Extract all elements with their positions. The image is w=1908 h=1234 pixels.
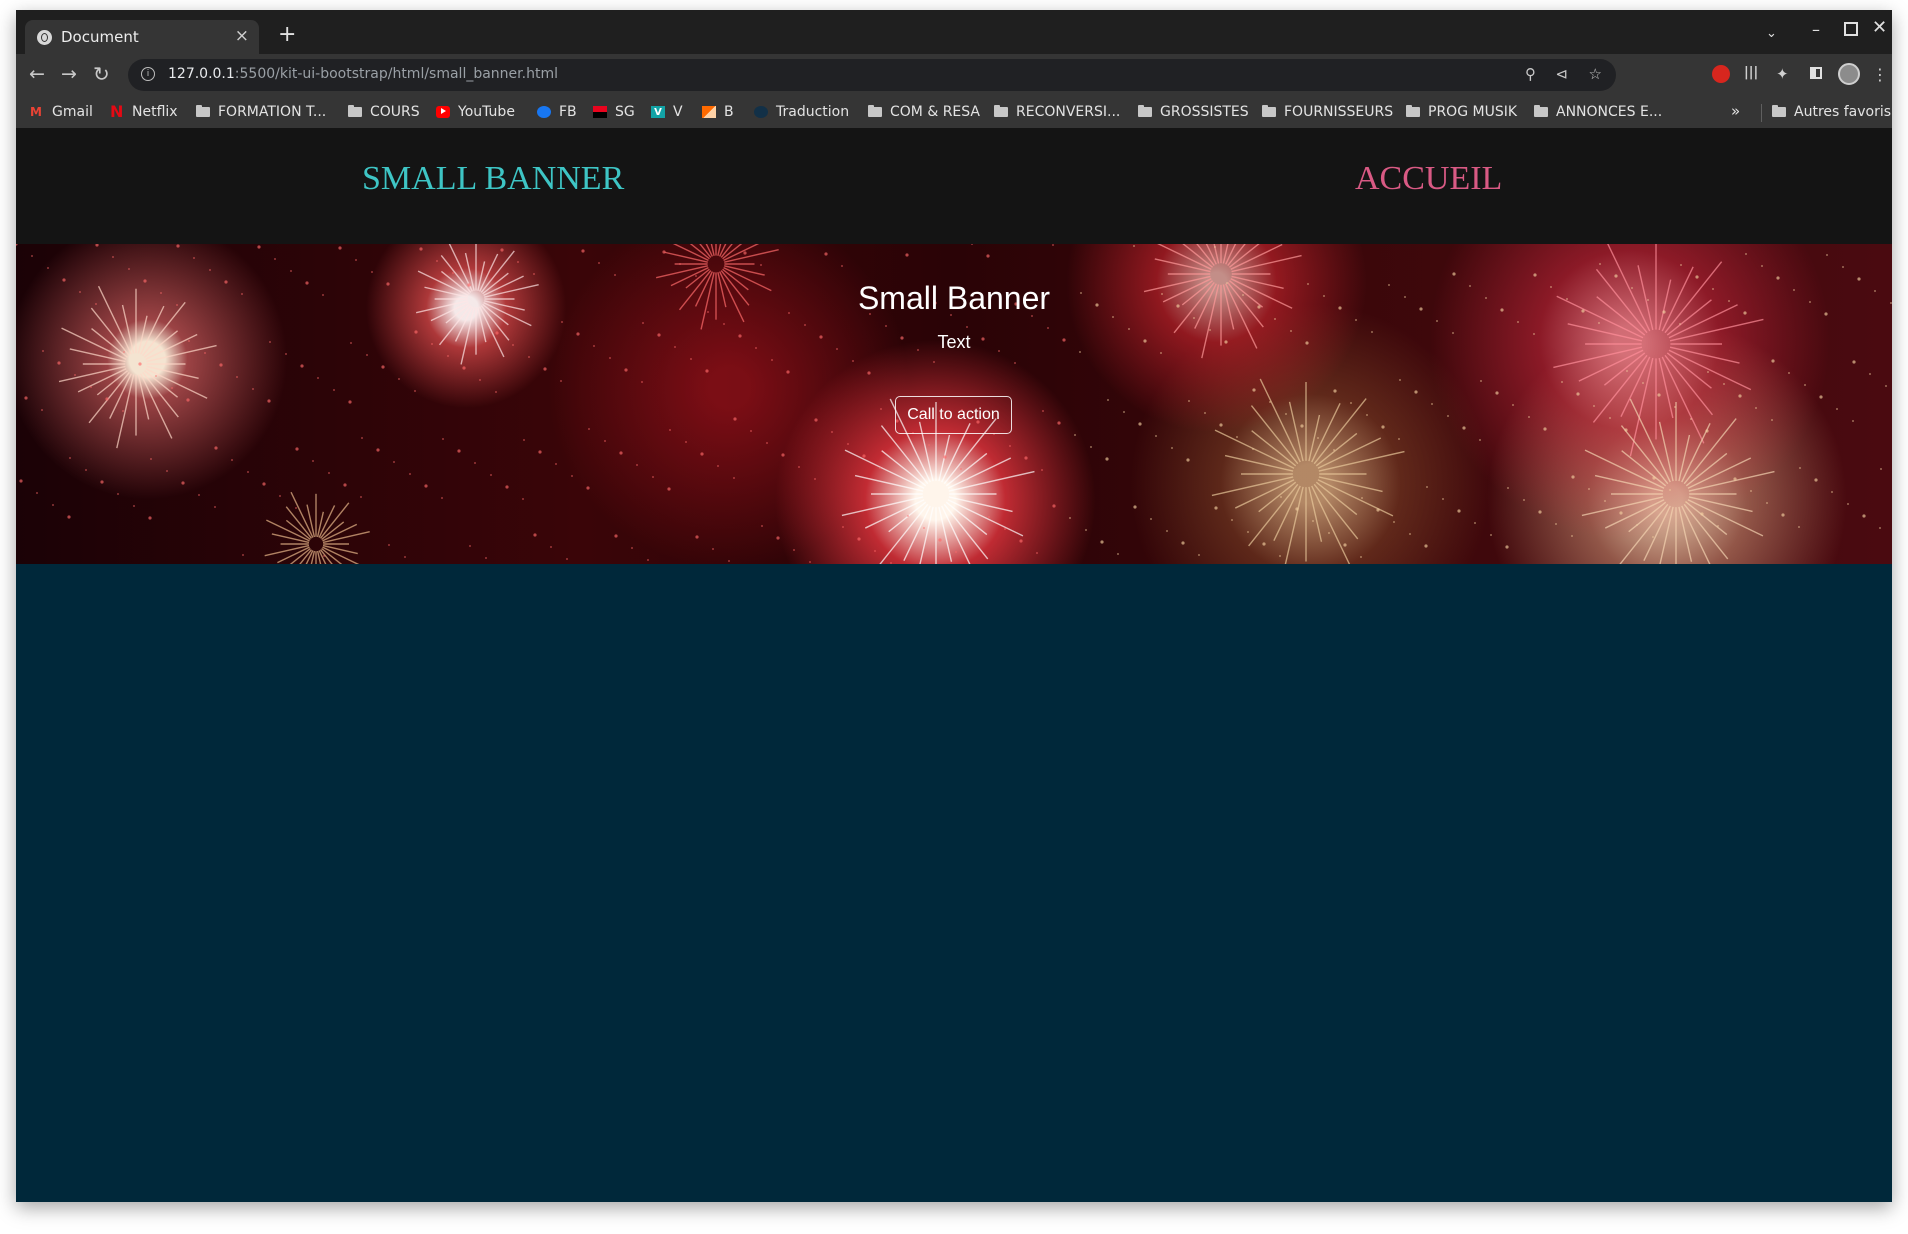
bookmark-folder-other[interactable]: Autres favoris: [1772, 102, 1891, 122]
browser-window: Document × + ⌄ – ✕ ← → ↻ i 127.0.0.1:550…: [16, 10, 1892, 1202]
share-icon[interactable]: ⊲: [1555, 65, 1568, 83]
url-path: :5500/kit-ui-bootstrap/html/small_banner…: [234, 66, 558, 82]
bookmark-folder-formation[interactable]: FORMATION T...: [196, 102, 326, 122]
nav-link-accueil[interactable]: ACCUEIL: [1355, 160, 1502, 198]
tab-document[interactable]: Document ×: [25, 20, 259, 54]
folder-icon: [196, 105, 210, 117]
bookmark-folder-prog-musik[interactable]: PROG MUSIK: [1406, 102, 1517, 122]
bookmark-folder-annonces[interactable]: ANNONCES E...: [1534, 102, 1662, 122]
bookmark-label: Traduction: [776, 104, 850, 120]
banner-text: Text: [937, 332, 971, 352]
bookmark-label: PROG MUSIK: [1428, 104, 1518, 120]
kebab-menu-icon[interactable]: ⋮: [1872, 65, 1890, 84]
bookmark-label: V: [673, 104, 683, 120]
bookmark-v[interactable]: VV: [651, 102, 683, 122]
folder-icon: [1262, 105, 1276, 117]
extensions-puzzle-icon[interactable]: ✦: [1776, 65, 1794, 83]
bookmark-folder-fournisseurs[interactable]: FOURNISSEURS: [1262, 102, 1393, 122]
bookmark-label: COURS: [370, 104, 420, 120]
bookmark-sg[interactable]: SG: [593, 102, 635, 122]
netflix-icon: N: [110, 102, 124, 121]
folder-icon: [1406, 105, 1420, 117]
library-extension-icon[interactable]: |||: [1744, 65, 1762, 83]
bookmark-fb[interactable]: FB: [537, 102, 577, 122]
bookmarks-divider: [1761, 104, 1762, 122]
bookmark-star-icon[interactable]: ☆: [1589, 65, 1602, 83]
minimize-icon[interactable]: –: [1812, 20, 1820, 39]
tab-strip: Document × + ⌄ – ✕: [16, 10, 1892, 54]
folder-icon: [994, 105, 1008, 117]
v-icon: V: [651, 106, 665, 118]
adblock-extension-icon[interactable]: [1712, 65, 1730, 83]
bookmark-label: B: [724, 104, 734, 120]
url-text[interactable]: 127.0.0.1:5500/kit-ui-bootstrap/html/sma…: [168, 66, 558, 82]
facebook-icon: [537, 106, 551, 118]
address-bar[interactable]: i 127.0.0.1:5500/kit-ui-bootstrap/html/s…: [128, 59, 1616, 91]
globe-icon: [37, 30, 52, 45]
site-header: SMALL BANNER ACCUEIL: [16, 128, 1892, 244]
b-icon: [702, 106, 716, 118]
side-panel-icon[interactable]: [1810, 67, 1822, 79]
bookmark-folder-cours[interactable]: COURS: [348, 102, 420, 122]
sg-icon: [593, 106, 607, 118]
bookmark-youtube[interactable]: YouTube: [436, 102, 515, 122]
bookmark-label: SG: [615, 104, 635, 120]
globe-icon: [754, 106, 768, 118]
web-page: SMALL BANNER ACCUEIL Small Banner Text C…: [16, 128, 1892, 1202]
bookmark-folder-grossistes[interactable]: GROSSISTES: [1138, 102, 1249, 122]
bookmark-label: COM & RESA: [890, 104, 980, 120]
bookmark-b[interactable]: B: [702, 102, 734, 122]
bookmark-folder-com-resa[interactable]: COM & RESA: [868, 102, 980, 122]
banner-title: Small Banner: [857, 280, 1051, 316]
bookmark-label: Autres favoris: [1794, 104, 1892, 120]
window-close-icon[interactable]: ✕: [1872, 17, 1887, 38]
tab-close-icon[interactable]: ×: [235, 26, 249, 46]
small-banner: Small Banner Text Call to action: [16, 244, 1892, 564]
bookmark-folder-reconversion[interactable]: RECONVERSI...: [994, 102, 1120, 122]
bookmark-label: ANNONCES E...: [1556, 104, 1663, 120]
bookmark-traduction[interactable]: Traduction: [754, 102, 849, 122]
zoom-icon[interactable]: ⚲: [1525, 65, 1536, 83]
bookmark-label: Gmail: [52, 104, 93, 120]
bookmark-label: FOURNISSEURS: [1284, 104, 1394, 120]
url-host: 127.0.0.1: [168, 66, 235, 82]
tab-search-icon[interactable]: ⌄: [1766, 26, 1777, 41]
maximize-icon[interactable]: [1844, 22, 1858, 36]
bookmarks-bar: M Gmail N Netflix FORMATION T... COURS You…: [16, 96, 1892, 129]
back-icon[interactable]: ←: [29, 64, 45, 84]
bookmark-netflix[interactable]: N Netflix: [110, 102, 178, 122]
profile-avatar[interactable]: [1838, 63, 1860, 85]
bookmarks-overflow-icon[interactable]: »: [1731, 102, 1740, 120]
site-info-icon[interactable]: i: [141, 67, 155, 81]
bookmark-label: Netflix: [132, 104, 178, 120]
bookmark-label: RECONVERSI...: [1016, 104, 1121, 120]
call-to-action-button[interactable]: Call to action: [895, 396, 1012, 434]
bookmark-gmail[interactable]: M Gmail: [30, 102, 93, 122]
bookmark-label: FB: [559, 104, 577, 120]
new-tab-icon[interactable]: +: [278, 24, 296, 46]
site-brand-link[interactable]: SMALL BANNER: [362, 160, 624, 198]
tab-title: Document: [61, 28, 139, 46]
youtube-icon: [436, 106, 450, 118]
folder-icon: [868, 105, 882, 117]
folder-icon: [348, 105, 362, 117]
folder-icon: [1138, 105, 1152, 117]
browser-toolbar: ← → ↻ i 127.0.0.1:5500/kit-ui-bootstrap/…: [16, 54, 1892, 96]
bookmark-label: GROSSISTES: [1160, 104, 1249, 120]
reload-icon[interactable]: ↻: [93, 64, 110, 84]
forward-icon[interactable]: →: [61, 64, 77, 84]
bookmark-label: FORMATION T...: [218, 104, 327, 120]
gmail-icon: M: [30, 105, 42, 119]
folder-icon: [1534, 105, 1548, 117]
folder-icon: [1772, 105, 1786, 117]
bookmark-label: YouTube: [458, 104, 515, 120]
